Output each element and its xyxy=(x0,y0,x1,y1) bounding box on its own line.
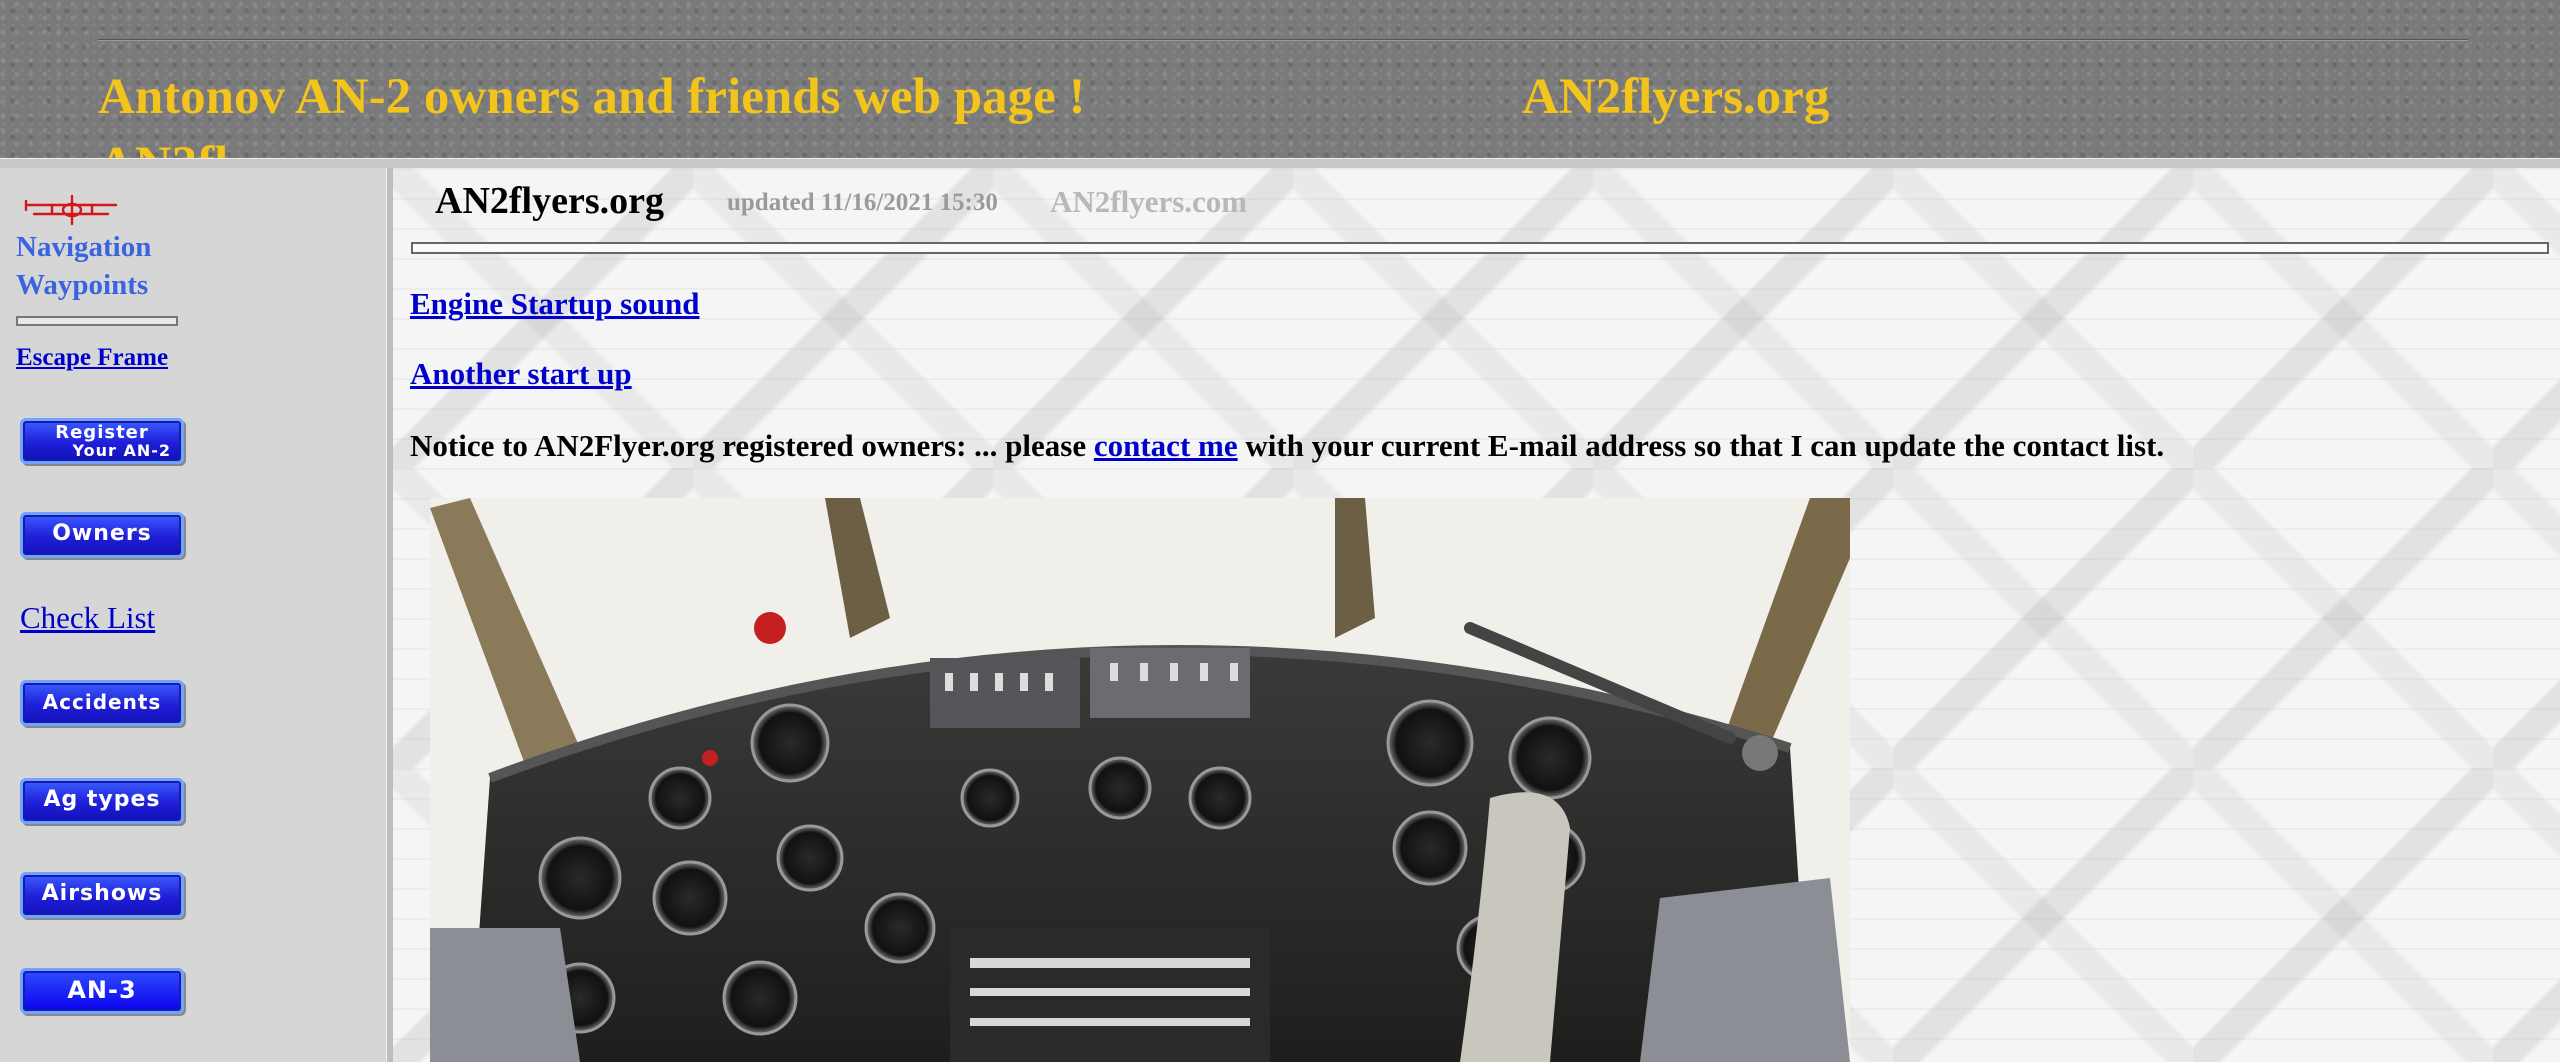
site-title: AN2flyers.org xyxy=(435,180,664,222)
navigation-frame: Navigation Waypoints Escape Frame Regist… xyxy=(0,168,386,1062)
site-name-header: AN2flyers.org xyxy=(1522,69,1830,125)
site-com-label: AN2flyers.com xyxy=(1050,184,1248,219)
airplane-icon xyxy=(24,194,118,226)
nav-divider xyxy=(16,316,178,326)
page-title-overflow: AN2fl xyxy=(98,140,228,159)
another-start-up-link[interactable]: Another start up xyxy=(410,358,632,389)
navigation-heading-line2: Waypoints xyxy=(16,269,149,301)
cockpit-photo-graphic xyxy=(430,498,1850,1062)
accidents-button[interactable]: Accidents xyxy=(20,680,184,726)
header-divider xyxy=(98,39,2468,41)
cockpit-photo xyxy=(430,498,1850,1062)
navigation-heading: Navigation Waypoints xyxy=(16,228,151,304)
owners-button[interactable]: Owners xyxy=(20,512,184,558)
register-button[interactable]: Register Your AN-2 xyxy=(20,418,184,464)
airshows-button[interactable]: Airshows xyxy=(20,872,184,918)
contact-me-link[interactable]: contact me xyxy=(1094,428,1238,463)
register-button-line2: Your AN-2 xyxy=(72,441,171,460)
updated-timestamp: updated 11/16/2021 15:30 xyxy=(727,189,998,216)
escape-frame-link[interactable]: Escape Frame xyxy=(16,344,168,372)
engine-startup-sound-link[interactable]: Engine Startup sound xyxy=(410,288,699,319)
register-button-line1: Register xyxy=(55,422,149,443)
page-title: Antonov AN-2 owners and friends web page… xyxy=(98,69,1086,125)
an3-button[interactable]: AN-3 xyxy=(20,968,184,1014)
notice-text-after: with your current E-mail address so that… xyxy=(1237,428,2165,463)
main-content-frame: AN2flyers.org updated 11/16/2021 15:30 A… xyxy=(393,168,2560,1062)
navigation-heading-line1: Navigation xyxy=(16,231,152,263)
content-divider xyxy=(411,242,2549,254)
notice-text-before: Notice to AN2Flyer.org registered owners… xyxy=(410,428,1094,463)
check-list-link[interactable]: Check List xyxy=(20,600,155,636)
owner-notice: Notice to AN2Flyer.org registered owners… xyxy=(410,430,2164,461)
header-frame: Antonov AN-2 owners and friends web page… xyxy=(0,0,2560,158)
ag-types-button[interactable]: Ag types xyxy=(20,778,184,824)
